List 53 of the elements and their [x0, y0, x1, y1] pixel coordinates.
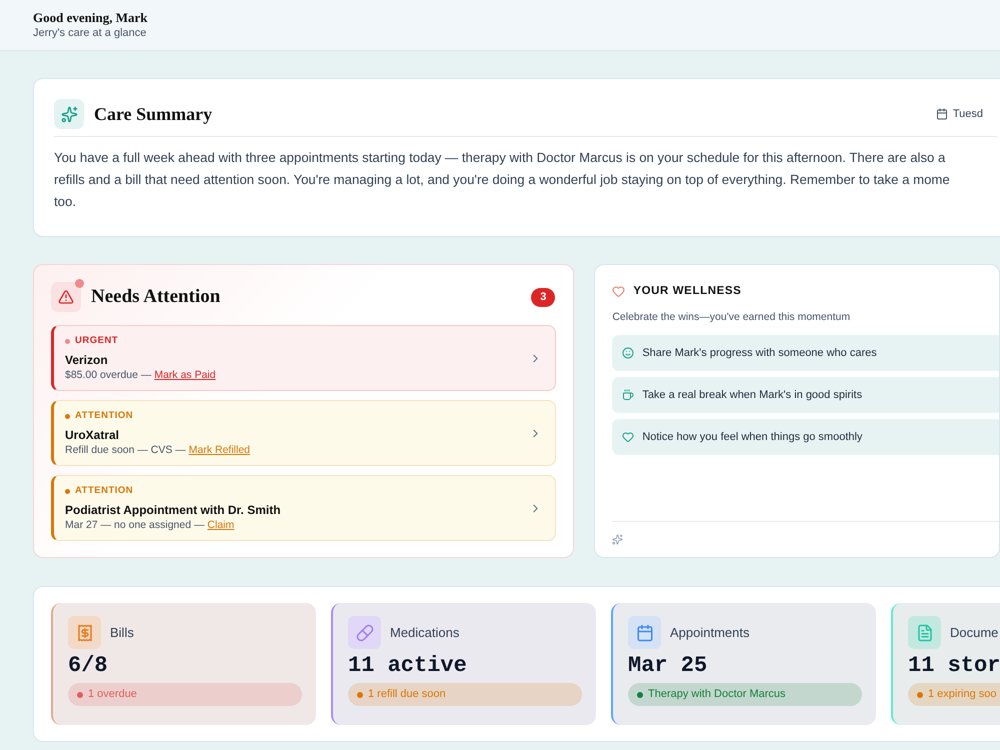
alert-title: Podiatrist Appointment with Dr. Smith: [65, 502, 282, 518]
section-title: YOUR WELLNESS: [633, 284, 742, 299]
alert-detail: Mar 27 — no one assigned —: [65, 518, 204, 531]
stat-card[interactable]: Docume 11 stor 1 expiring soo: [891, 603, 1000, 725]
section-subtitle: Celebrate the wins—you've earned this momentum: [612, 310, 852, 326]
alert-item[interactable]: URGENT Verizon $85.00 overdue — Mark as Paid: [51, 325, 556, 391]
alert-item[interactable]: ATTENTION Podiatrist Appointment with Dr. Smith Mar 27 — no one assigned — Claim: [51, 475, 556, 541]
priority-label: ATTENTION: [75, 484, 134, 498]
cup-icon: [622, 389, 634, 401]
subtitle: Jerry's care at a glance: [33, 26, 148, 41]
stat-label: Appointments: [670, 624, 750, 642]
stat-card[interactable]: Medications 11 active 1 refill due soon: [331, 603, 596, 725]
date-label: Tuesd: [952, 106, 983, 122]
stat-value: Mar 25: [628, 652, 708, 680]
stat-card[interactable]: Appointments Mar 25 Therapy with Doctor Marcus: [611, 603, 876, 725]
alert-item[interactable]: ATTENTION UroXatral Refill due soon — CVS — Mark Refilled: [51, 400, 556, 466]
receipt-icon: [68, 616, 101, 649]
document-icon: [908, 616, 941, 649]
pill-icon: [348, 616, 381, 649]
heart-icon: [612, 285, 626, 298]
alert-detail: $85.00 overdue —: [65, 368, 152, 381]
wellness-suggestion[interactable]: Notice how you feel when things go smoothly: [612, 419, 999, 455]
alert-detail: Refill due soon — CVS —: [65, 444, 186, 456]
summary-paragraph: You have a full week ahead with three appointments starting today — therapy with Doctor Marcus is on your schedule for this afternoon. There are also a refills and a bill that need attention soon. You're managing a lot, and you're doing a wonderful job staying on top of everything. Remember to take a mome too.: [54, 149, 951, 211]
priority-label: URGENT: [75, 334, 118, 348]
status-pill: 1 refill due soon: [348, 683, 582, 706]
alert-title: UroXatral: [65, 426, 120, 443]
stat-label: Medications: [390, 624, 460, 642]
calendar-icon: [936, 108, 948, 120]
stat-label: Docume: [950, 624, 998, 642]
stat-value: 11 stor: [908, 652, 1000, 680]
card-title: Care Summary: [94, 102, 212, 126]
greeting: Good evening, Mark: [33, 10, 148, 26]
status-pill: 1 overdue: [68, 683, 302, 706]
priority-label: ATTENTION: [75, 409, 134, 424]
stat-card[interactable]: Bills 6/8 1 overdue: [51, 603, 316, 725]
smiley-icon: [622, 347, 634, 359]
alert-title: Verizon: [65, 352, 109, 368]
card-title: Needs Attention: [91, 284, 220, 309]
stat-label: Bills: [110, 624, 134, 642]
sparkles-icon: [54, 99, 84, 129]
status-pill: 1 expiring soo: [908, 683, 1000, 706]
stat-value: 6/8: [68, 652, 109, 680]
count-badge: 3: [531, 288, 556, 306]
status-pill: Therapy with Doctor Marcus: [628, 683, 862, 706]
wellness-suggestion[interactable]: Share Mark's progress with someone who cares: [612, 335, 999, 371]
sparkles-icon: [612, 534, 624, 545]
warning-icon: [51, 282, 81, 312]
action-link[interactable]: Mark as Paid: [154, 368, 216, 381]
calendar-icon: [628, 616, 661, 649]
stat-value: 11 active: [348, 652, 468, 680]
heart-icon: [622, 431, 634, 443]
wellness-suggestion[interactable]: Take a real break when Mark's in good spirits: [612, 377, 999, 413]
